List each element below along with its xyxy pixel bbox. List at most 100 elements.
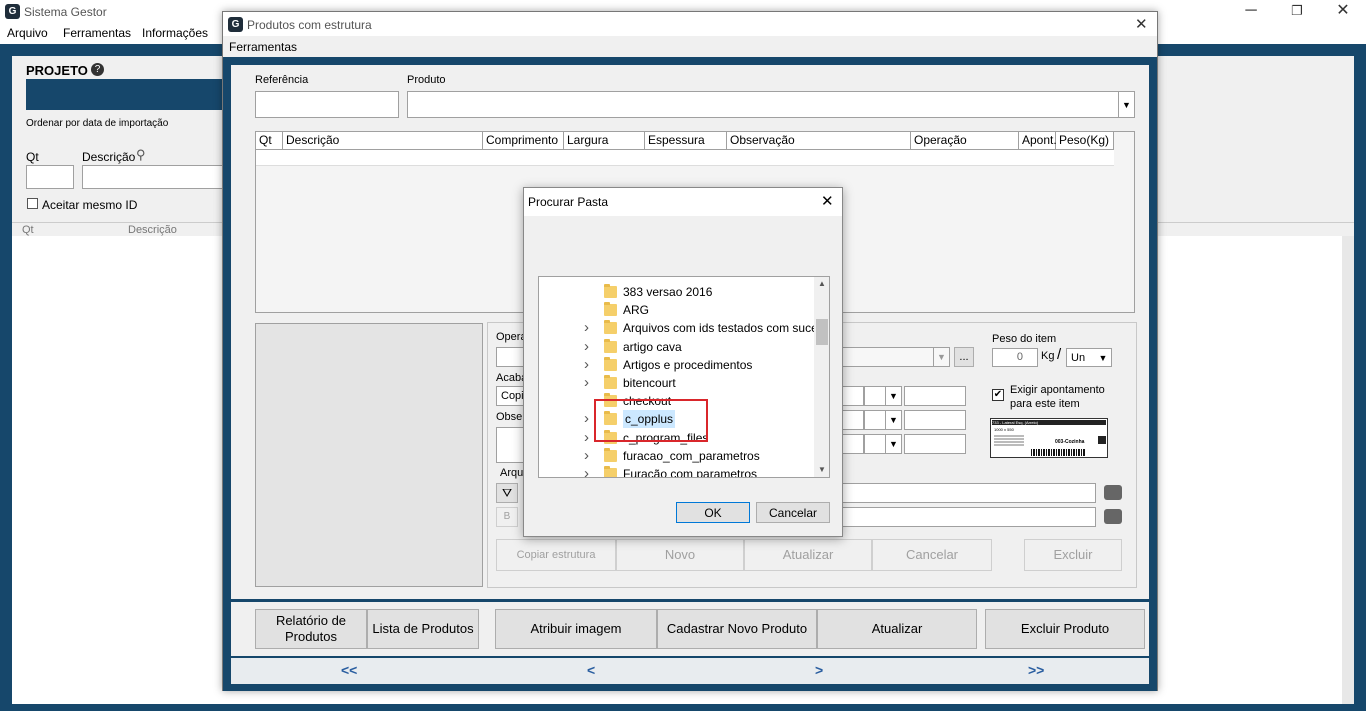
referencia-label: Referência (255, 74, 309, 86)
scroll-down-icon[interactable]: ▼ (818, 465, 826, 474)
folder-open-icon[interactable] (1104, 485, 1122, 500)
ellipsis-button[interactable]: ... (954, 347, 974, 367)
novo-button[interactable]: Novo (616, 539, 744, 571)
folder-icon (604, 284, 617, 298)
grid-row[interactable] (256, 150, 1114, 166)
folder-tree-item[interactable]: › bitencourt (539, 374, 815, 392)
produto-select[interactable]: ▼ (407, 91, 1135, 118)
acab-select-1[interactable]: ▼ (864, 386, 902, 406)
exigir-label-2: para este item (1010, 398, 1080, 410)
arquivo-path-1[interactable] (840, 483, 1096, 503)
dialog-close-icon[interactable]: ✕ (1135, 15, 1148, 33)
projeto-label: PROJETO (26, 63, 88, 78)
chevron-right-icon[interactable]: › (584, 410, 589, 427)
chevron-down-icon[interactable]: ▼ (885, 387, 901, 405)
peso-input[interactable]: 0 (992, 348, 1038, 367)
chevron-right-icon[interactable]: › (584, 356, 589, 373)
referencia-input[interactable] (255, 91, 399, 118)
atualizar-button[interactable]: Atualizar (744, 539, 872, 571)
dialog-title-bar: G Produtos com estrutura ✕ (223, 12, 1157, 36)
aceitar-checkbox[interactable] (27, 198, 38, 209)
qt-input[interactable] (26, 165, 74, 189)
folder-tree-item[interactable]: › Artigos e procedimentos (539, 356, 815, 374)
folder-dialog-close-icon[interactable]: ✕ (821, 192, 834, 210)
relatorio-button[interactable]: Relatório de Produtos (255, 609, 367, 649)
arquivo-path-2[interactable] (840, 507, 1096, 527)
excluir-produto-button[interactable]: Excluir Produto (985, 609, 1145, 649)
dialog-menu-ferramentas[interactable]: Ferramentas (229, 40, 297, 54)
search-icon[interactable]: ⚲ (136, 147, 146, 163)
chevron-down-icon[interactable]: ▼ (933, 348, 949, 366)
lista-produtos-button[interactable]: Lista de Produtos (367, 609, 479, 649)
ok-button[interactable]: OK (676, 502, 750, 523)
col-observacao: Observação (727, 132, 911, 149)
chevron-right-icon[interactable]: › (584, 338, 589, 355)
menu-informacoes[interactable]: Informações (142, 26, 208, 40)
descricao-label: Descrição (82, 150, 136, 164)
cadastrar-produto-button[interactable]: Cadastrar Novo Produto (657, 609, 817, 649)
col-qt: Qt (22, 224, 34, 236)
operacao-select-right[interactable]: ▼ (840, 347, 950, 367)
app-icon: G (5, 4, 20, 19)
nav-first-button[interactable]: << (341, 662, 357, 678)
qt-label: Qt (26, 150, 39, 164)
produto-label: Produto (407, 74, 446, 86)
folder-tree-label: furacao_com_parametros (623, 448, 760, 463)
menu-ferramentas[interactable]: Ferramentas (63, 26, 131, 40)
acab-select-3[interactable]: ▼ (864, 434, 902, 454)
tree-scrollbar[interactable]: ▲ ▼ (814, 277, 829, 477)
acab-value-2[interactable] (904, 410, 966, 430)
folder-tree-item[interactable]: › artigo cava (539, 338, 815, 356)
chevron-down-icon[interactable]: ▼ (1118, 92, 1134, 117)
atualizar-produto-button[interactable]: Atualizar (817, 609, 977, 649)
close-button[interactable]: ✕ (1320, 0, 1366, 22)
operacao-label: Opera (496, 331, 527, 343)
help-icon[interactable]: ? (91, 63, 104, 76)
nav-last-button[interactable]: >> (1028, 662, 1044, 678)
excluir-button[interactable]: Excluir (1024, 539, 1122, 571)
scroll-thumb[interactable] (816, 319, 828, 345)
copiar-estrutura-button[interactable]: Copiar estrutura (496, 539, 616, 571)
acab-field-1[interactable] (840, 386, 864, 406)
folder-tree-item[interactable]: › Arquivos com ids testados com sucesso (539, 319, 829, 337)
chevron-right-icon[interactable]: › (584, 447, 589, 464)
nav-prev-button[interactable]: < (587, 662, 595, 678)
dialog-app-icon: G (228, 17, 243, 32)
kg-label: Kg (1041, 350, 1055, 362)
folder-tree-label: artigo cava (623, 339, 682, 354)
acab-field-3[interactable] (840, 434, 864, 454)
folder-tree-item[interactable]: 383 versao 2016 (539, 283, 815, 301)
chevron-down-icon[interactable]: ▼ (885, 411, 901, 429)
descricao-input[interactable] (82, 165, 226, 189)
col-qt: Qt (256, 132, 283, 149)
chevron-right-icon[interactable]: › (584, 374, 589, 391)
folder-tree-item[interactable]: › furacao_com_parametros (539, 447, 815, 465)
cancelar-button[interactable]: Cancelar (872, 539, 992, 571)
acab-value-3[interactable] (904, 434, 966, 454)
chevron-right-icon[interactable]: › (584, 319, 589, 336)
projeto-field[interactable] (26, 79, 226, 110)
chevron-right-icon[interactable]: › (584, 429, 589, 446)
unit-select[interactable]: Un ▼ (1066, 348, 1112, 367)
folder-tree-item[interactable]: ARG (539, 301, 815, 319)
atribuir-imagem-button[interactable]: Atribuir imagem (495, 609, 657, 649)
chevron-down-icon[interactable]: ▼ (1095, 349, 1111, 366)
acab-select-2[interactable]: ▼ (864, 410, 902, 430)
menu-arquivo[interactable]: Arquivo (7, 26, 48, 40)
left-scrollbar[interactable] (1342, 236, 1354, 704)
restore-button[interactable]: ❐ (1274, 0, 1320, 22)
folder-open-icon[interactable] (1104, 509, 1122, 524)
col-operacao: Operação (911, 132, 1019, 149)
minimize-button[interactable]: ─ (1228, 0, 1274, 22)
cancel-button[interactable]: Cancelar (756, 502, 830, 523)
acab-field-2[interactable] (840, 410, 864, 430)
chevron-right-icon[interactable]: › (584, 465, 589, 477)
filter-b-icon[interactable]: B (496, 507, 518, 527)
folder-tree-item[interactable]: › Furação com parametros (539, 465, 815, 477)
chevron-down-icon[interactable]: ▼ (885, 435, 901, 453)
scroll-up-icon[interactable]: ▲ (818, 279, 826, 288)
filter-icon[interactable]: ⛛ (496, 483, 518, 503)
exigir-checkbox[interactable]: ✔ (992, 389, 1004, 401)
acab-value-1[interactable] (904, 386, 966, 406)
nav-next-button[interactable]: > (815, 662, 823, 678)
